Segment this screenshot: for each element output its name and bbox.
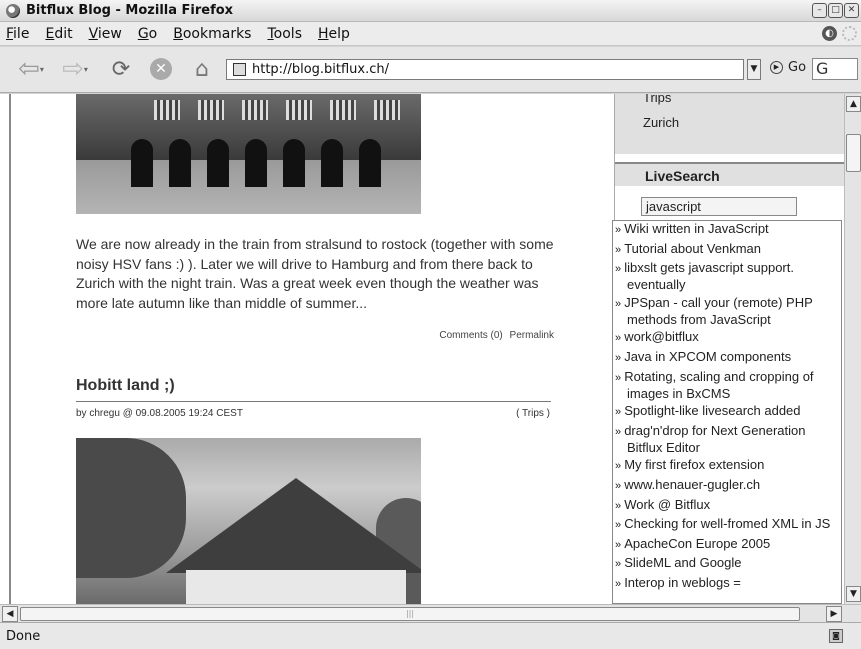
stop-button[interactable]: ✕ [148,56,174,82]
livesearch-result-item[interactable]: Work @ Bitflux [613,497,841,514]
firefox-icon [6,3,20,18]
livesearch-result-item[interactable]: Interop in weblogs = [613,575,841,592]
menu-go[interactable]: Go [138,26,157,42]
back-button[interactable]: ⇦ ▾ [18,54,44,84]
horizontal-scroll-thumb[interactable]: ||| [20,607,800,621]
vertical-scroll-thumb[interactable] [846,134,861,172]
maximize-button[interactable]: □ [828,3,843,18]
status-bar: Done ◙ [0,622,861,649]
close-button[interactable]: ✕ [844,3,859,18]
menu-help[interactable]: Help [318,26,350,42]
post-links: Comments (0) Permalink [360,330,554,341]
livesearch-result-item[interactable]: Java in XPCOM components [613,349,841,366]
menu-bookmarks[interactable]: Bookmarks [173,26,251,42]
post-photo-thatched-house [76,438,421,604]
post-title-divider [76,401,551,402]
post-category-link[interactable]: ( Trips ) [480,408,550,419]
livesearch-heading: LiveSearch [615,162,844,186]
address-bar[interactable]: http://blog.bitflux.ch/ [226,59,744,80]
content-left-border [9,94,11,604]
vertical-scrollbar[interactable]: ▲ ▼ [844,94,861,604]
title-bar: Bitflux Blog - Mozilla Firefox – □ ✕ [0,0,861,22]
url-dropdown-button[interactable]: ▼ [747,59,761,80]
livesearch-input[interactable]: javascript [641,197,797,216]
menu-tools[interactable]: Tools [267,26,302,42]
reload-button[interactable]: ⟳ [108,56,134,82]
post-photo-building [76,94,421,214]
livesearch-result-item[interactable]: Rotating, scaling and cropping of images… [613,369,841,401]
go-label: Go [788,60,807,75]
stop-icon: ✕ [150,58,172,80]
sidebar-link-trips[interactable]: Trips [643,94,671,105]
forward-arrow-icon: ⇨ [62,54,84,84]
livesearch-result-item[interactable]: JPSpan - call your (remote) PHP methods … [613,295,841,327]
livesearch-result-item[interactable]: Spotlight-like livesearch added [613,403,841,420]
comments-link[interactable]: Comments (0) [439,330,502,341]
livesearch-result-item[interactable]: SlideML and Google [613,555,841,572]
livesearch-result-item[interactable]: My first firefox extension [613,457,841,474]
menu-edit[interactable]: Edit [45,26,72,42]
livesearch-result-item[interactable]: ApacheCon Europe 2005 [613,536,841,553]
navigation-toolbar: ⇦ ▾ ⇨ ▾ ⟳ ✕ ⌂ http://blog.bitflux.ch/ ▼ ▶ … [0,47,861,93]
menu-bar: File Edit View Go Bookmarks Tools Help ◐ [0,22,861,46]
livesearch-result-item[interactable]: work@bitflux [613,329,841,346]
scroll-up-icon[interactable]: ▲ [846,96,861,112]
go-button[interactable]: ▶ Go [770,60,806,75]
permalink-link[interactable]: Permalink [510,330,554,341]
forward-button[interactable]: ⇨ ▾ [62,54,88,84]
horizontal-scrollbar[interactable]: ◀ ||| ▶ [0,604,861,622]
home-icon: ⌂ [195,56,209,82]
rss-feed-icon[interactable]: ◙ [829,629,843,643]
livesearch-result-item[interactable]: Wiki written in JavaScript [613,221,841,238]
livesearch-result-item[interactable]: Tutorial about Venkman [613,241,841,258]
photo-arches [131,139,421,189]
post-byline: by chregu @ 09.08.2005 19:24 CEST [76,408,243,419]
photo-windows [154,100,400,120]
menu-file[interactable]: File [6,26,29,42]
throbber-icon [842,26,857,41]
minimize-button[interactable]: – [812,3,827,18]
scroll-left-icon[interactable]: ◀ [2,606,18,622]
status-text: Done [6,629,41,644]
url-text[interactable]: http://blog.bitflux.ch/ [252,62,389,77]
livesearch-results: Wiki written in JavaScript Tutorial about… [612,220,842,604]
status-icon: ◐ [822,26,837,41]
reload-icon: ⟳ [111,56,131,82]
forward-dropdown-icon[interactable]: ▾ [84,65,88,74]
post-title[interactable]: Hobitt land ;) [76,377,175,395]
livesearch-result-item[interactable]: libxslt gets javascript support. eventua… [613,260,841,292]
site-favicon-icon [233,63,246,76]
livesearch-result-item[interactable]: drag'n'drop for Next Generation Bitflux … [613,423,841,455]
home-button[interactable]: ⌂ [188,56,216,82]
livesearch-result-item[interactable]: Checking for well-fromed XML in JS [613,516,841,533]
livesearch-result-item[interactable]: www.henauer-gugler.ch [613,477,841,494]
chevron-down-icon: ▼ [750,64,758,74]
back-dropdown-icon[interactable]: ▾ [40,65,44,74]
go-arrow-icon: ▶ [770,61,783,74]
post-body-text: We are now already in the train from str… [76,236,554,311]
sidebar-link-zurich[interactable]: Zurich [643,115,679,130]
window-title: Bitflux Blog - Mozilla Firefox [26,3,234,18]
scroll-right-icon[interactable]: ▶ [826,606,842,622]
back-arrow-icon: ⇦ [18,54,40,84]
window-controls: – □ ✕ [812,3,859,18]
scroll-down-icon[interactable]: ▼ [846,586,861,602]
search-input[interactable]: G [812,58,858,80]
menu-view[interactable]: View [89,26,122,42]
